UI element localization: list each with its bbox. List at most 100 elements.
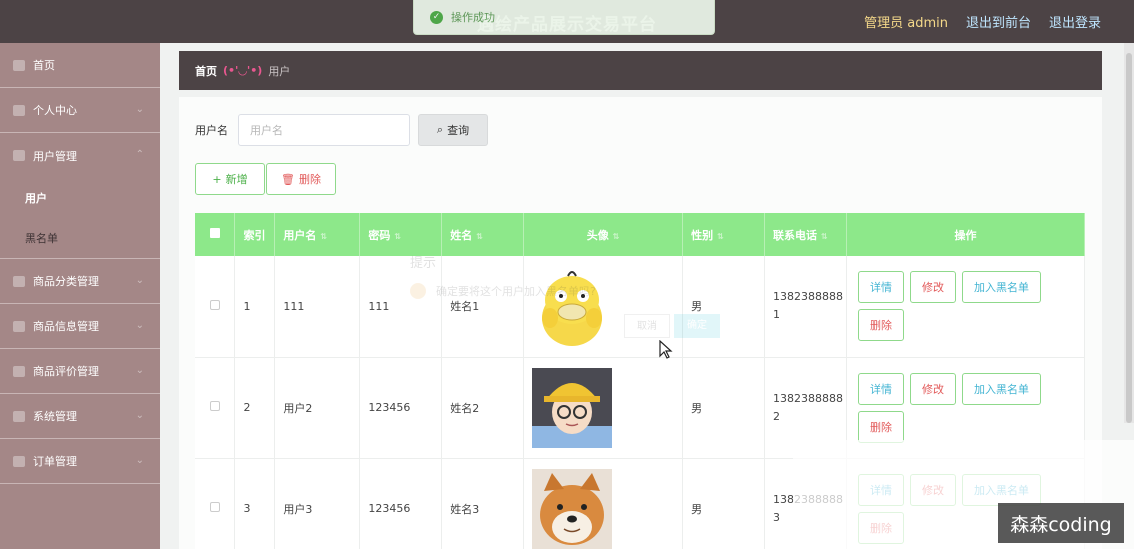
cell-index: 1 <box>234 256 276 358</box>
sort-icon: ⇅ <box>394 231 402 241</box>
mouse-cursor-icon <box>659 340 673 359</box>
search-icon: ⌕ <box>436 123 444 136</box>
col-label: 性别 <box>691 228 714 242</box>
cell-password: 123456 <box>359 357 443 459</box>
add-button-label: 新增 <box>225 173 248 186</box>
trash-icon: 🗑 <box>281 172 295 186</box>
cell-username: 111 <box>274 256 361 358</box>
sidebar: 首页 个人中心 ⌄ 用户管理 ⌃ 用户 黑名单 商品分类管理 ⌄ 商品信息管理 … <box>0 43 160 549</box>
sort-icon: ⇅ <box>320 231 328 241</box>
avatar-psyduck <box>532 266 613 347</box>
col-gender[interactable]: 性别 ⇅ <box>682 213 765 256</box>
settings-icon <box>13 410 25 422</box>
cell-avatar <box>523 458 684 549</box>
detail-button[interactable]: 详情 <box>857 372 904 405</box>
logout-link[interactable]: 退出登录 <box>1049 12 1101 31</box>
col-username[interactable]: 用户名 ⇅ <box>274 213 361 256</box>
breadcrumb-separator: (•'◡'•) <box>223 64 263 77</box>
select-all-checkbox[interactable] <box>195 213 236 256</box>
cell-ops: 详情 修改 加入黑名单 删除 <box>846 256 1086 358</box>
cell-gender: 男 <box>682 357 765 459</box>
cell-username: 用户2 <box>274 357 361 459</box>
cell-avatar <box>523 357 684 459</box>
detail-button[interactable]: 详情 <box>857 271 904 304</box>
sidebar-item-product-review[interactable]: 商品评价管理 ⌄ <box>0 349 160 394</box>
sort-icon: ⇅ <box>476 231 483 241</box>
breadcrumb: 首页 (•'◡'•) 用户 <box>179 51 1102 90</box>
chevron-up-icon: ⌃ <box>135 149 144 160</box>
breadcrumb-current: 用户 <box>268 64 291 78</box>
col-avatar[interactable]: 头像 ⇅ <box>523 213 684 256</box>
col-label: 用户名 <box>283 228 317 242</box>
check-circle-icon: ✓ <box>430 10 443 24</box>
col-label: 联系电话 <box>772 228 817 242</box>
chevron-down-icon: ⌄ <box>135 275 144 286</box>
user-icon <box>13 104 25 116</box>
row-checkbox[interactable] <box>195 357 236 459</box>
order-icon <box>13 455 25 467</box>
sidebar-item-home[interactable]: 首页 <box>0 43 160 88</box>
cell-name: 姓名1 <box>441 256 525 358</box>
back-to-front-link[interactable]: 退出到前台 <box>966 12 1031 31</box>
sidebar-item-label: 首页 <box>33 59 55 72</box>
col-ops: 操作 <box>846 213 1086 256</box>
cell-name: 姓名3 <box>441 458 525 549</box>
add-button[interactable]: + 新增 <box>195 163 265 195</box>
sidebar-subitem-users[interactable]: 用户 <box>0 178 160 218</box>
cell-gender: 男 <box>682 458 765 549</box>
cell-name: 姓名2 <box>441 357 525 459</box>
cell-phone: 13823888881 <box>764 256 847 358</box>
cell-gender: 男 <box>682 256 765 358</box>
col-label: 头像 <box>586 228 609 242</box>
sidebar-item-orders[interactable]: 订单管理 ⌄ <box>0 439 160 484</box>
sidebar-item-label: 商品信息管理 <box>33 320 99 333</box>
search-button[interactable]: ⌕ 查询 <box>418 114 488 146</box>
sort-icon: ⇅ <box>612 231 620 241</box>
sidebar-item-label: 个人中心 <box>33 104 77 117</box>
col-label: 姓名 <box>450 228 473 242</box>
row-checkbox[interactable] <box>195 256 236 358</box>
cell-password: 123456 <box>359 458 443 549</box>
sort-icon: ⇅ <box>820 231 828 241</box>
chart-icon <box>13 320 25 332</box>
sidebar-item-profile[interactable]: 个人中心 ⌄ <box>0 88 160 133</box>
chevron-down-icon: ⌄ <box>135 365 144 376</box>
cell-index: 3 <box>234 458 276 549</box>
watermark: 森森coding <box>998 503 1124 543</box>
sidebar-item-label: 商品分类管理 <box>33 275 99 288</box>
breadcrumb-home[interactable]: 首页 <box>195 63 217 79</box>
col-name[interactable]: 姓名 ⇅ <box>441 213 525 256</box>
search-button-label: 查询 <box>447 124 470 137</box>
add-to-blacklist-button[interactable]: 加入黑名单 <box>961 271 1041 304</box>
sidebar-item-label: 订单管理 <box>33 455 77 468</box>
delete-button[interactable]: 删除 <box>857 410 904 443</box>
toast-message: 操作成功 <box>451 11 495 24</box>
sidebar-item-system[interactable]: 系统管理 ⌄ <box>0 394 160 439</box>
table-header-row: 索引 用户名 ⇅ 密码 ⇅ 姓名 ⇅ 头像 ⇅ 性别 ⇅ 联系电话 ⇅ 操作 <box>195 213 1086 256</box>
table-row: 1 111 111 姓名1 男 13823888881 详情 修改 加入黑名单 … <box>195 256 1086 358</box>
batch-delete-button[interactable]: 🗑 删除 <box>266 163 336 195</box>
folder-icon <box>13 150 25 161</box>
col-password[interactable]: 密码 ⇅ <box>359 213 443 256</box>
edit-button[interactable]: 修改 <box>909 271 956 304</box>
chevron-down-icon: ⌄ <box>135 104 144 115</box>
delete-button[interactable]: 删除 <box>857 309 904 342</box>
sort-icon: ⇅ <box>717 231 724 241</box>
edit-button[interactable]: 修改 <box>909 372 956 405</box>
avatar-conan <box>532 367 613 448</box>
sidebar-item-product-info[interactable]: 商品信息管理 ⌄ <box>0 304 160 349</box>
sidebar-item-user-management[interactable]: 用户管理 ⌃ <box>0 133 160 178</box>
page-scrollbar[interactable] <box>1124 43 1134 423</box>
col-label: 密码 <box>368 228 391 242</box>
sidebar-item-label: 用户管理 <box>33 149 77 163</box>
col-phone[interactable]: 联系电话 ⇅ <box>764 213 847 256</box>
row-checkbox[interactable] <box>195 458 236 549</box>
username-search-input[interactable] <box>238 114 410 146</box>
chevron-down-icon: ⌄ <box>135 455 144 466</box>
avatar-shiba <box>532 468 613 549</box>
sidebar-item-category[interactable]: 商品分类管理 ⌄ <box>0 259 160 304</box>
sidebar-subitem-blacklist[interactable]: 黑名单 <box>0 218 160 258</box>
add-to-blacklist-button[interactable]: 加入黑名单 <box>961 372 1041 405</box>
delete-button-label: 删除 <box>298 173 321 186</box>
sidebar-item-label: 商品评价管理 <box>33 365 99 378</box>
